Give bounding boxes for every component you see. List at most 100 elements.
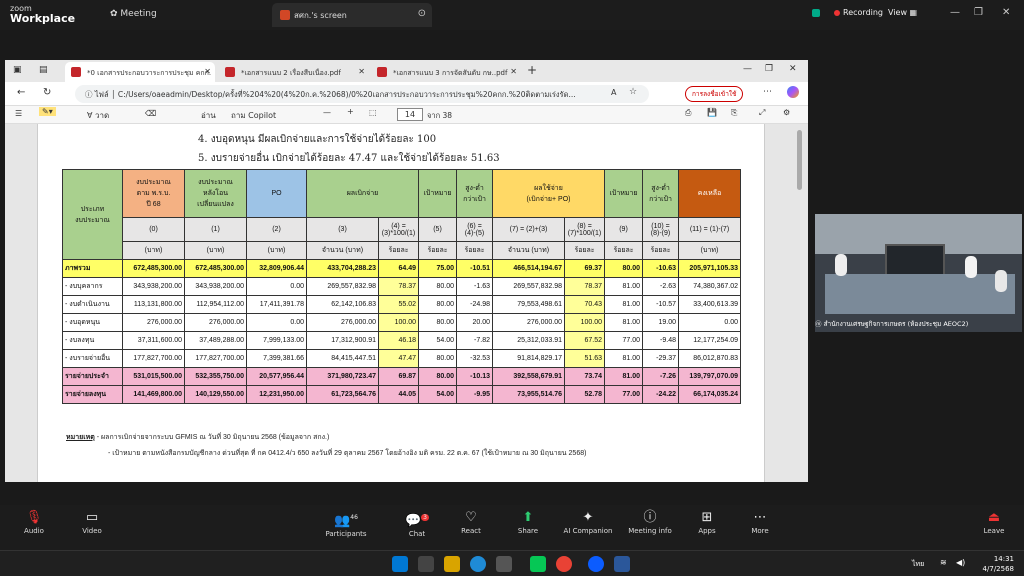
language-indicator[interactable]: ไทย (912, 559, 924, 570)
video-button[interactable]: ▭ Video (62, 509, 122, 535)
meeting-label: Meeting (120, 9, 157, 19)
table-cell: -32.53 (456, 349, 493, 368)
table-cell: 54.00 (418, 331, 457, 350)
settings-icon[interactable]: ⚙ (783, 108, 790, 117)
page-number-input[interactable]: 14 (397, 108, 423, 121)
restore-icon[interactable]: ❐ (974, 7, 983, 18)
close-tab-icon[interactable]: ✕ (204, 67, 211, 76)
edge-icon[interactable] (470, 556, 486, 572)
participants-button[interactable]: 👥46 Participants (316, 509, 376, 538)
table-cell: 73,955,514.76 (492, 385, 565, 404)
react-button[interactable]: ♡ React (441, 509, 501, 535)
wifi-icon[interactable]: ≋ (940, 558, 947, 567)
favorite-star-icon[interactable]: ☆ (629, 87, 637, 97)
table-row: - งบดำเนินงาน 113,131,800.00 112,954,112.0… (62, 295, 741, 314)
colnum-8: (8) = (7)*100/(1) (564, 217, 605, 242)
meeting-menu[interactable]: ✿ Meeting (110, 9, 157, 19)
leave-button[interactable]: ⏏ Leave (964, 509, 1024, 535)
table-cell: 80.00 (418, 295, 457, 314)
fullscreen-icon[interactable]: ⤢ (759, 108, 765, 118)
new-tab-icon[interactable]: + (527, 63, 537, 77)
table-cell: 66,174,035.24 (678, 385, 741, 404)
more-icon[interactable]: ⋯ (763, 87, 772, 97)
ai-companion-label: AI Companion (563, 527, 613, 535)
clock[interactable]: 14:31 4/7/2568 (983, 554, 1014, 574)
volume-icon[interactable]: ◀) (956, 558, 965, 567)
table-cell: 37,311,600.00 (122, 331, 185, 350)
table-cell: 80.00 (418, 349, 457, 368)
line-icon[interactable] (530, 556, 546, 572)
word-icon[interactable] (614, 556, 630, 572)
highlight-icon[interactable]: ✎▾ (39, 107, 56, 116)
chat-button[interactable]: 💬 3 Chat (387, 509, 447, 538)
minimize-icon[interactable]: — (950, 7, 960, 18)
file-explorer-icon[interactable] (444, 556, 460, 572)
close-icon[interactable]: ✕ (1002, 7, 1010, 18)
colnum-3: (3) (306, 217, 379, 242)
share-tab[interactable]: สศก.'s screen ⊙ (272, 3, 432, 27)
table-cell: -7.26 (642, 367, 679, 386)
zoom-in-icon[interactable]: + (347, 107, 354, 116)
row-label: รายจ่ายลงทุน (62, 385, 123, 404)
close-icon[interactable]: ✕ (789, 64, 797, 74)
participant-video[interactable] (815, 214, 1022, 332)
share-button[interactable]: ⬆ Share (498, 509, 558, 535)
meeting-info-button[interactable]: ⓘ Meeting info (620, 509, 680, 535)
tab-doc-0[interactable]: *0 เอกสารประกอบวาระการประชุม คกก. ✕ (65, 62, 215, 82)
scrollbar[interactable] (797, 130, 802, 190)
signin-button[interactable]: การลงชื่อเข้าใช้ (685, 86, 744, 102)
read-aloud-button[interactable]: อ่าน (201, 109, 216, 122)
header-target-1: เป้าหมาย (418, 169, 457, 218)
minimize-icon[interactable]: — (743, 64, 752, 74)
heart-icon: ♡ (465, 510, 477, 525)
audio-button[interactable]: 🎙 Audio (4, 509, 64, 535)
search-icon[interactable] (418, 556, 434, 572)
colnum-4: (4) = (3)*100/(1) (378, 217, 419, 242)
page-count: จาก 38 (427, 111, 453, 120)
ai-companion-button[interactable]: ✦ AI Companion (558, 509, 618, 535)
workspace-icon[interactable]: ▣ (13, 65, 22, 75)
table-row: - งบรายจ่ายอื่น 177,827,700.00 177,827,700… (62, 349, 741, 368)
table-cell: 47.47 (378, 349, 419, 368)
more-button[interactable]: ⋯ More (730, 509, 790, 535)
close-tab-icon[interactable]: ✕ (510, 67, 517, 76)
tab-doc-2[interactable]: *เอกสารแนบ 3 การจัดสันดับ กษ..pdf ✕ (371, 62, 521, 82)
more-options-icon[interactable]: ⊙ (418, 8, 426, 19)
tab-actions-icon[interactable]: ▤ (39, 65, 48, 75)
unit-percent: ร้อยละ (604, 241, 643, 260)
tab-doc-1[interactable]: *เอกสารแนบ 2 เรื่องสืบเนื่อง.pdf ✕ (219, 62, 369, 82)
draw-button[interactable]: ∀ วาด (87, 109, 109, 122)
print-icon[interactable]: ⎙ (685, 108, 691, 118)
store-icon[interactable] (496, 556, 512, 572)
chrome-icon[interactable] (556, 556, 572, 572)
restore-icon[interactable]: ❐ (765, 64, 773, 74)
apps-button[interactable]: ⊞ Apps (677, 509, 737, 535)
windows-start-icon[interactable] (392, 556, 408, 572)
video-room-table (825, 274, 1015, 314)
copilot-icon[interactable] (787, 86, 799, 98)
zoom-out-icon[interactable]: — (323, 108, 331, 117)
close-tab-icon[interactable]: ✕ (358, 67, 365, 76)
fit-page-icon[interactable]: ⬚ (369, 108, 377, 117)
save-as-icon[interactable]: ⎘ (731, 108, 737, 118)
pdf-viewer[interactable]: 4. งบอุดหนุน มีผลเบิกจ่ายและการใช้จ่ายได… (5, 124, 808, 482)
header-diff-1: สูง-ต่ำ กว่าเป้า (456, 169, 493, 218)
refresh-icon[interactable]: ↻ (43, 87, 51, 98)
eraser-icon[interactable]: ⌫ (145, 109, 156, 118)
view-button[interactable]: View ▦ (888, 8, 917, 17)
table-cell: 61,723,564.76 (306, 385, 379, 404)
colnum-10: (10) = (8)-(9) (642, 217, 679, 242)
zoom-app-icon[interactable] (588, 556, 604, 572)
save-icon[interactable]: 💾 (707, 108, 717, 117)
read-aloud-icon[interactable]: A (611, 88, 616, 97)
back-icon[interactable]: ← (17, 87, 25, 98)
contents-icon[interactable]: ☰ (15, 109, 22, 118)
table-cell: 20.00 (456, 313, 493, 332)
url-input[interactable]: ⓘ ไฟล์ │ C:/Users/oaeadmin/Desktop/ครั้ง… (75, 85, 649, 103)
leave-icon: ⏏ (987, 510, 1001, 525)
recording-status[interactable]: Recording (812, 8, 883, 17)
table-cell: 77.00 (604, 331, 643, 350)
ask-copilot-button[interactable]: ถาม Copilot (231, 109, 276, 122)
table-cell: 55.02 (378, 295, 419, 314)
taskbar: ไทย ≋ ◀) 14:31 4/7/2568 (0, 550, 1024, 576)
